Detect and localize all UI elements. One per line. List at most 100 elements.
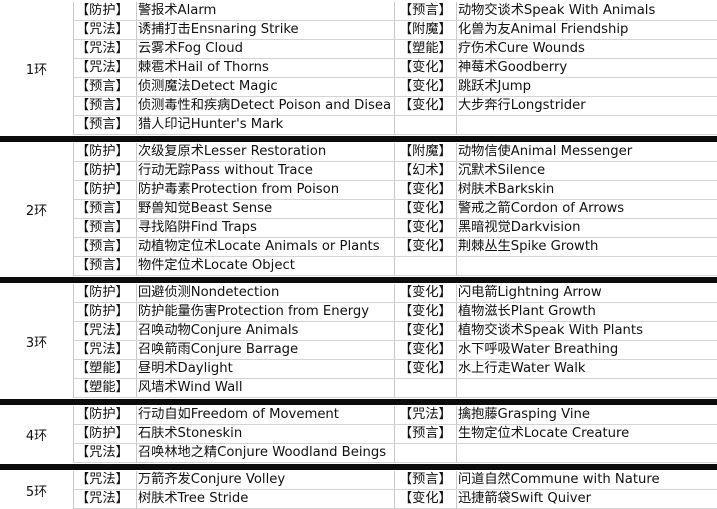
spell-name: 云雾术Fog Cloud — [137, 40, 395, 58]
school-label: 【防护】 — [76, 2, 137, 20]
spell-name: 行动无踪Pass without Trace — [137, 162, 395, 180]
ring-separator — [0, 277, 717, 283]
spell-row: 【咒法】 召唤动物Conjure Animals 【变化】 植物交谈术Speak Wi… — [74, 322, 717, 341]
ring-block: 5环 【咒法】 万箭齐发Conjure Volley 【预言】 问道自然Commune … — [0, 471, 717, 509]
school-label: 【咒法】 — [76, 59, 137, 77]
spell-row: 【防护】 行动自如Freedom of Movement 【咒法】 擒抱藤Graspi… — [74, 406, 717, 425]
spell-row: 【预言】 野兽知觉Beast Sense 【变化】 警戒之箭Cordon of Arr… — [74, 200, 717, 219]
school-label: 【咒法】 — [76, 21, 137, 39]
school-label: 【预言】 — [76, 78, 137, 96]
school-label: 【变化】 — [399, 59, 457, 77]
school-label: 【变化】 — [399, 181, 457, 199]
school-label: 【预言】 — [399, 471, 457, 489]
spell-name — [457, 116, 717, 134]
spell-name: 猎人印记Hunter's Mark — [137, 116, 395, 134]
spell-row: 【预言】 猎人印记Hunter's Mark — [74, 116, 717, 135]
school-label: 【变化】 — [399, 490, 457, 508]
spell-row: 【防护】 防护毒素Protection from Poison 【变化】 树肤术Bar… — [74, 181, 717, 200]
school-label — [399, 379, 457, 397]
spell-row: 【咒法】 万箭齐发Conjure Volley 【预言】 问道自然Commune wi… — [74, 471, 717, 490]
spell-row: 【咒法】 召唤林地之精Conjure Woodland Beings — [74, 444, 717, 463]
spell-row: 【防护】 警报术Alarm 【预言】 动物交谈术Speak With Animals — [74, 2, 717, 21]
school-label: 【防护】 — [76, 406, 137, 424]
school-label: 【防护】 — [76, 284, 137, 302]
spell-name: 水下呼吸Water Breathing — [458, 342, 619, 357]
school-label: 【塑能】 — [76, 360, 137, 378]
spell-name: 召唤箭雨Conjure Barrage — [137, 341, 395, 359]
school-label: 【变化】 — [399, 200, 457, 218]
spell-name: 问道自然Commune with Nature — [458, 472, 660, 487]
spell-name — [457, 444, 717, 462]
spell-name: 风墙术Wind Wall — [137, 379, 395, 397]
school-label: 【咒法】 — [76, 322, 137, 340]
school-label: 【变化】 — [399, 219, 457, 237]
spell-name: 召唤林地之精Conjure Woodland Beings — [137, 444, 395, 462]
school-label: 【咒法】 — [76, 471, 137, 489]
school-label: 【防护】 — [76, 162, 137, 180]
school-label: 【变化】 — [399, 322, 457, 340]
school-label — [399, 257, 457, 275]
school-label: 【咒法】 — [399, 406, 457, 424]
school-label: 【变化】 — [399, 238, 457, 256]
school-label: 【咒法】 — [76, 341, 137, 359]
ring-label: 1环 — [0, 2, 74, 135]
spell-name: 生物定位术Locate Creature — [458, 426, 630, 441]
school-label: 【预言】 — [399, 425, 457, 443]
spell-row: 【预言】 寻找陷阱Find Traps 【变化】 黑暗视觉Darkvision — [74, 219, 717, 238]
spell-name: 水上行走Water Walk — [458, 361, 586, 376]
spell-name: 荆棘丛生Spike Growth — [458, 239, 599, 254]
school-label: 【咒法】 — [76, 490, 137, 508]
school-label: 【变化】 — [399, 303, 457, 321]
spell-row: 【预言】 动植物定位术Locate Animals or Plants 【变化】 荆棘… — [74, 238, 717, 257]
ring-label: 2环 — [0, 143, 74, 276]
spell-name: 万箭齐发Conjure Volley — [137, 471, 395, 489]
spell-name: 迅捷箭袋Swift Quiver — [458, 491, 592, 506]
spell-name: 物件定位术Locate Object — [137, 257, 395, 275]
spell-name: 闪电箭Lightning Arrow — [458, 285, 602, 300]
spell-row: 【防护】 防护能量伤害Protection from Energy 【变化】 植物滋长… — [74, 303, 717, 322]
spell-name: 植物交谈术Speak With Plants — [458, 323, 643, 338]
school-label: 【变化】 — [399, 341, 457, 359]
ring-label: 4环 — [0, 406, 74, 463]
school-label: 【变化】 — [399, 97, 457, 115]
spell-name: 动物信使Animal Messenger — [458, 144, 633, 159]
school-label: 【附魔】 — [399, 21, 457, 39]
school-label: 【变化】 — [399, 78, 457, 96]
school-label: 【预言】 — [76, 238, 137, 256]
spell-row: 【预言】 物件定位术Locate Object — [74, 257, 717, 276]
spell-row: 【防护】 次级复原术Lesser Restoration 【附魔】 动物信使Anima… — [74, 143, 717, 162]
spell-name — [457, 379, 717, 397]
school-label: 【幻术】 — [399, 162, 457, 180]
school-label — [399, 116, 457, 134]
spell-name: 化兽为友Animal Friendship — [458, 22, 629, 37]
school-label: 【防护】 — [76, 181, 137, 199]
spell-name: 侦测魔法Detect Magic — [137, 78, 395, 96]
spell-name: 寻找陷阱Find Traps — [137, 219, 395, 237]
spell-row: 【咒法】 召唤箭雨Conjure Barrage 【变化】 水下呼吸Water Bre… — [74, 341, 717, 360]
ring-label: 5环 — [0, 471, 74, 509]
ring-separator — [0, 136, 717, 142]
spell-row: 【防护】 回避侦测Nondetection 【变化】 闪电箭Lightning Arr… — [74, 284, 717, 303]
spell-name: 防护毒素Protection from Poison — [137, 181, 395, 199]
spell-name: 召唤动物Conjure Animals — [137, 322, 395, 340]
spell-name: 动植物定位术Locate Animals or Plants — [137, 238, 395, 256]
spell-list-sheet: 1环 【防护】 警报术Alarm 【预言】 动物交谈术Speak With Animal… — [0, 0, 717, 509]
school-label: 【塑能】 — [76, 379, 137, 397]
spell-name — [457, 257, 717, 275]
spell-row: 【防护】 石肤术Stoneskin 【预言】 生物定位术Locate Creature — [74, 425, 717, 444]
spell-name: 警戒之箭Cordon of Arrows — [458, 201, 625, 216]
spell-name: 动物交谈术Speak With Animals — [458, 3, 656, 18]
spell-row: 【预言】 侦测魔法Detect Magic 【变化】 跳跃术Jump — [74, 78, 717, 97]
spell-name: 沉默术Silence — [458, 163, 546, 178]
spell-row: 【塑能】 昼明术Daylight 【变化】 水上行走Water Walk — [74, 360, 717, 379]
school-label: 【预言】 — [76, 200, 137, 218]
school-label: 【防护】 — [76, 143, 137, 161]
ring-block: 4环 【防护】 行动自如Freedom of Movement 【咒法】 擒抱藤Gras… — [0, 406, 717, 463]
ring-label: 3环 — [0, 284, 74, 398]
school-label: 【咒法】 — [76, 40, 137, 58]
ring-separator — [0, 399, 717, 405]
spell-name: 防护能量伤害Protection from Energy — [137, 303, 395, 321]
ring-block: 2环 【防护】 次级复原术Lesser Restoration 【附魔】 动物信使Ani… — [0, 143, 717, 276]
school-label: 【预言】 — [76, 219, 137, 237]
spell-name: 诱捕打击Ensnaring Strike — [137, 21, 395, 39]
